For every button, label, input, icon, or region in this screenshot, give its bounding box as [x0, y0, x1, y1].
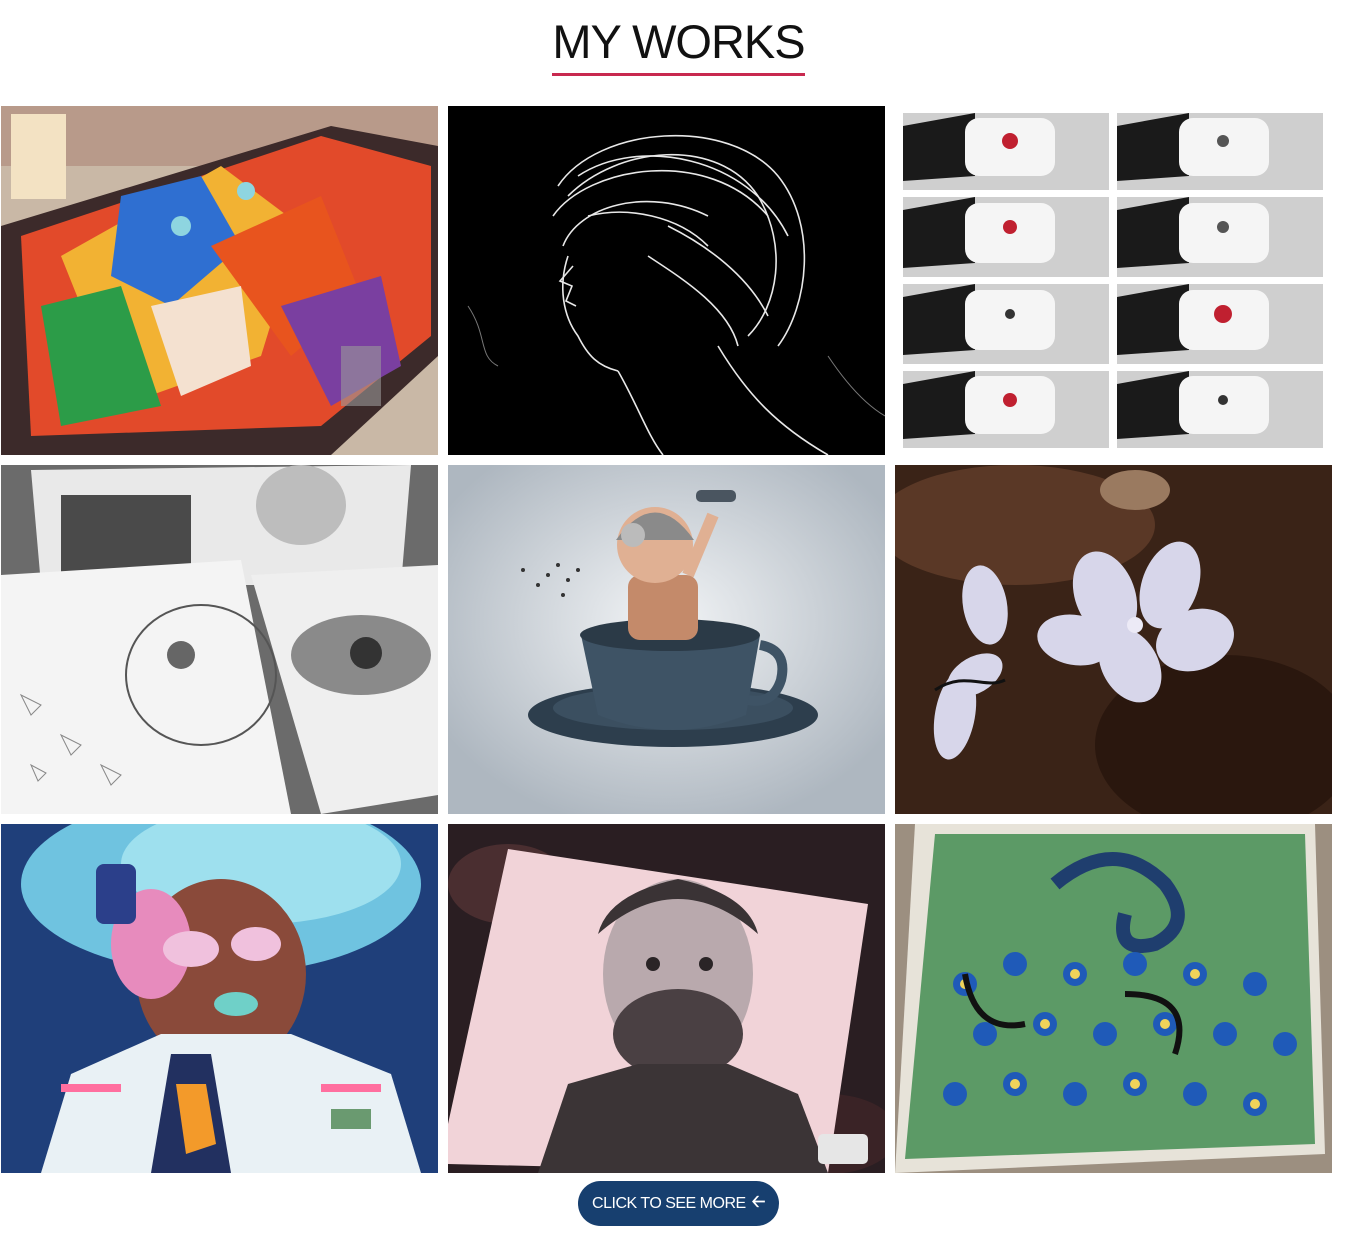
page-title: MY WORKS — [552, 14, 806, 76]
gallery-item-headphones-girl[interactable] — [1, 824, 438, 1173]
gallery-item-logo-mockups[interactable] — [895, 106, 1332, 455]
gallery-item-line-drawing-woman[interactable] — [448, 106, 885, 455]
gallery-item-peacock-mosaic[interactable] — [895, 824, 1332, 1173]
section-heading: MY WORKS — [0, 14, 1357, 76]
gallery-item-pencil-portrait[interactable] — [448, 824, 885, 1173]
see-more-button[interactable]: CLICK TO SEE MORE 🡠 — [578, 1181, 779, 1226]
see-more-label: CLICK TO SEE MORE — [592, 1194, 746, 1212]
arrow-left-icon: 🡠 — [751, 1192, 766, 1211]
cta-container: CLICK TO SEE MORE 🡠 — [0, 1181, 1357, 1226]
gallery-item-baby-coffee-cup[interactable] — [448, 465, 885, 814]
gallery-item-white-flowers[interactable] — [895, 465, 1332, 814]
gallery-item-pencil-sketches[interactable] — [1, 465, 438, 814]
gallery-item-lion-painting[interactable] — [1, 106, 438, 455]
